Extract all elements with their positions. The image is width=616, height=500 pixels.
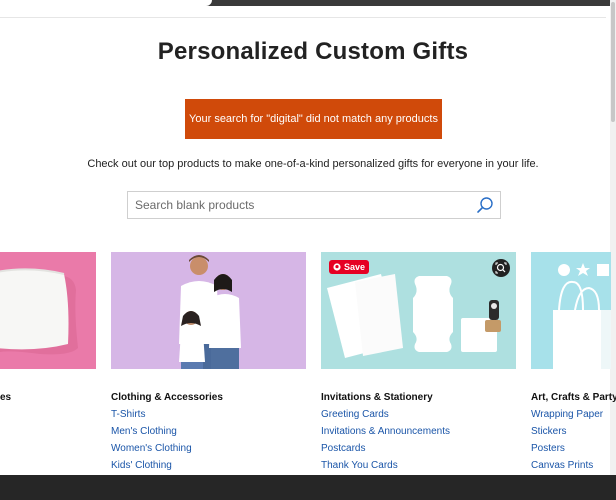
category-title-home[interactable]: es [0,392,11,403]
browser-top-strip [0,0,616,6]
category-title-clothing[interactable]: Clothing & Accessories [111,392,223,403]
link-postcards[interactable]: Postcards [321,443,450,460]
category-title-crafts[interactable]: Art, Crafts & Party [531,392,616,403]
link-t-shirts[interactable]: T-Shirts [111,409,192,426]
link-greeting-cards[interactable]: Greeting Cards [321,409,450,426]
bottom-dark-bar [0,475,616,500]
link-stickers[interactable]: Stickers [531,426,603,443]
pillow-product-image[interactable] [0,252,96,369]
no-results-alert: Your search for "digital" did not match … [185,99,442,139]
crafts-links: Wrapping Paper Stickers Posters Canvas P… [531,409,603,477]
category-title-stationery[interactable]: Invitations & Stationery [321,392,433,403]
link-womens-clothing[interactable]: Women's Clothing [111,443,192,460]
search-input[interactable] [128,192,468,218]
crafts-product-image[interactable] [531,252,611,369]
header-divider [0,17,606,18]
pinterest-save-button[interactable]: Save [329,260,369,274]
pinterest-save-label: Save [343,262,366,272]
intro-text: Check out our top products to make one-o… [87,158,539,170]
visual-search-icon[interactable] [492,259,510,277]
link-posters[interactable]: Posters [531,443,603,460]
browser-tab[interactable] [0,0,212,6]
link-invitations-announcements[interactable]: Invitations & Announcements [321,426,450,443]
page-scrollbar[interactable] [610,0,616,475]
no-results-alert-text: Your search for "digital" did not match … [189,113,438,125]
search-icon[interactable] [476,196,494,214]
link-mens-clothing[interactable]: Men's Clothing [111,426,192,443]
stationery-product-image[interactable]: Save [321,252,516,369]
clothing-product-image[interactable] [111,252,306,369]
clothing-links: T-Shirts Men's Clothing Women's Clothing… [111,409,192,477]
page-title: Personalized Custom Gifts [157,38,469,65]
pinterest-icon [333,263,341,271]
search-box [127,191,501,219]
link-wrapping-paper[interactable]: Wrapping Paper [531,409,603,426]
stationery-links: Greeting Cards Invitations & Announcemen… [321,409,450,477]
